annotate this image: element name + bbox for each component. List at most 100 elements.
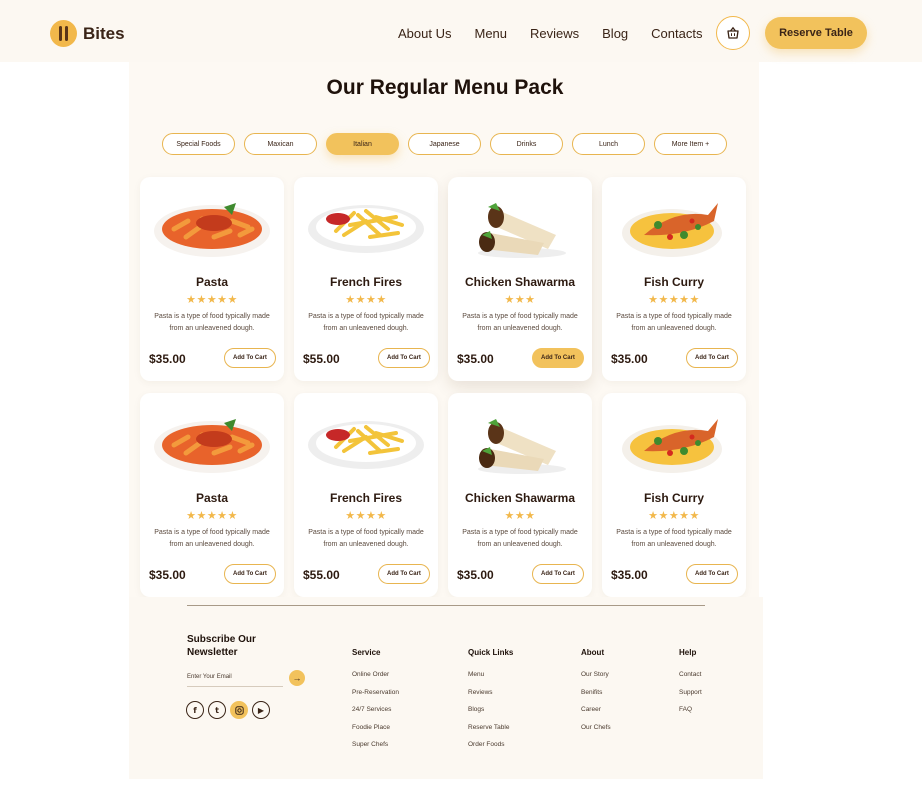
footer-link[interactable]: 24/7 Services <box>352 701 399 719</box>
menu-card[interactable]: Chicken Shawarma ★★★ Pasta is a type of … <box>448 177 592 381</box>
menu-card[interactable]: Fish Curry ★★★★★ Pasta is a type of food… <box>602 393 746 597</box>
footer-link[interactable]: Reserve Table <box>468 719 513 737</box>
add-to-cart-button[interactable]: Add To Cart <box>224 348 276 368</box>
card-title: French Fires <box>329 275 403 289</box>
footer-link[interactable]: Online Order <box>352 666 399 684</box>
tab-italian[interactable]: Italian <box>326 133 399 155</box>
twitter-icon[interactable]: t <box>208 701 226 719</box>
card-title: Pasta <box>195 491 229 505</box>
fries-image <box>306 407 426 477</box>
pasta-image <box>152 407 272 477</box>
footer-column-title: Help <box>679 648 697 657</box>
footer-column-quick-links: Quick Links Menu Reviews Blogs Reserve T… <box>468 648 513 754</box>
footer-link[interactable]: Contact <box>679 666 702 684</box>
footer-column-help: Help Contact Support FAQ <box>679 648 702 719</box>
footer-column-about: About Our Story Benifits Career Our Chef… <box>581 648 611 736</box>
newsletter-email-input[interactable]: Enter Your Email <box>187 669 283 687</box>
rating-stars: ★★★★ <box>345 510 387 522</box>
rating-stars: ★★★★★ <box>186 510 238 522</box>
tab-more-items[interactable]: More Item + <box>654 133 727 155</box>
card-description: Pasta is a type of food typically made f… <box>154 313 270 332</box>
card-description: Pasta is a type of food typically made f… <box>462 529 578 548</box>
tab-japanese[interactable]: Japanese <box>408 133 481 155</box>
card-price: $35.00 <box>149 568 186 582</box>
social-links: f t ▶ <box>186 701 270 719</box>
footer-link[interactable]: Reviews <box>468 684 513 702</box>
card-description: Pasta is a type of food typically made f… <box>154 529 270 548</box>
card-title: French Fires <box>329 491 403 505</box>
youtube-icon[interactable]: ▶ <box>252 701 270 719</box>
footer-link[interactable]: Support <box>679 684 702 702</box>
rating-stars: ★★★★★ <box>648 294 700 306</box>
nav-link-blog[interactable]: Blog <box>602 26 628 41</box>
footer-link[interactable]: Pre-Reservation <box>352 684 399 702</box>
footer-column-title: About <box>581 648 605 657</box>
menu-card[interactable]: Chicken Shawarma ★★★ Pasta is a type of … <box>448 393 592 597</box>
menu-card[interactable]: Fish Curry ★★★★★ Pasta is a type of food… <box>602 177 746 381</box>
footer-link[interactable]: Blogs <box>468 701 513 719</box>
rating-stars: ★★★★ <box>345 294 387 306</box>
card-title: Pasta <box>195 275 229 289</box>
cart-button[interactable] <box>716 16 750 50</box>
add-to-cart-button[interactable]: Add To Cart <box>686 348 738 368</box>
add-to-cart-button[interactable]: Add To Cart <box>532 564 584 584</box>
tab-lunch[interactable]: Lunch <box>572 133 645 155</box>
card-price: $35.00 <box>611 568 648 582</box>
footer-link[interactable]: Benifits <box>581 684 611 702</box>
footer-column-title: Quick Links <box>468 648 514 657</box>
add-to-cart-button[interactable]: Add To Cart <box>224 564 276 584</box>
tab-drinks[interactable]: Drinks <box>490 133 563 155</box>
card-description: Pasta is a type of food typically made f… <box>308 313 424 332</box>
nav-link-about-us[interactable]: About Us <box>398 26 451 41</box>
footer-divider <box>187 605 705 606</box>
card-title: Fish Curry <box>643 491 704 505</box>
rating-stars: ★★★ <box>504 510 536 522</box>
nav-link-menu[interactable]: Menu <box>474 26 507 41</box>
brand-name: Bites <box>83 23 125 43</box>
arrow-right-icon: → <box>292 673 302 683</box>
fish-curry-image <box>614 407 734 477</box>
menu-card[interactable]: French Fires ★★★★ Pasta is a type of foo… <box>294 393 438 597</box>
tab-maxican[interactable]: Maxican <box>244 133 317 155</box>
fork-knife-icon <box>50 20 77 47</box>
card-description: Pasta is a type of food typically made f… <box>616 313 732 332</box>
rating-stars: ★★★ <box>504 294 536 306</box>
instagram-icon[interactable] <box>230 701 248 719</box>
newsletter-submit-button[interactable]: → <box>289 670 305 686</box>
footer-link[interactable]: Our Story <box>581 666 611 684</box>
footer-link[interactable]: Our Chefs <box>581 719 611 737</box>
footer-link[interactable]: FAQ <box>679 701 702 719</box>
facebook-icon[interactable]: f <box>186 701 204 719</box>
card-title: Chicken Shawarma <box>464 491 576 505</box>
footer-link[interactable]: Order Foods <box>468 736 513 754</box>
card-price: $55.00 <box>303 352 340 366</box>
nav-link-contacts[interactable]: Contacts <box>651 26 702 41</box>
card-price: $35.00 <box>457 352 494 366</box>
card-description: Pasta is a type of food typically made f… <box>308 529 424 548</box>
newsletter-title: Subscribe Our Newsletter <box>187 634 256 658</box>
add-to-cart-button[interactable]: Add To Cart <box>532 348 584 368</box>
menu-card[interactable]: Pasta ★★★★★ Pasta is a type of food typi… <box>140 393 284 597</box>
footer-column-title: Service <box>352 648 381 657</box>
menu-card[interactable]: French Fires ★★★★ Pasta is a type of foo… <box>294 177 438 381</box>
add-to-cart-button[interactable]: Add To Cart <box>686 564 738 584</box>
main-nav: About Us Menu Reviews Blog Contacts <box>398 26 725 41</box>
footer-link[interactable]: Foodie Place <box>352 719 399 737</box>
brand-logo[interactable]: Bites <box>50 20 125 47</box>
card-title: Chicken Shawarma <box>464 275 576 289</box>
site-footer: Subscribe Our Newsletter Enter Your Emai… <box>129 597 763 779</box>
reserve-table-button[interactable]: Reserve Table <box>765 17 867 49</box>
footer-link[interactable]: Career <box>581 701 611 719</box>
basket-icon <box>727 26 739 39</box>
tab-special-foods[interactable]: Special Foods <box>162 133 235 155</box>
add-to-cart-button[interactable]: Add To Cart <box>378 348 430 368</box>
footer-link[interactable]: Menu <box>468 666 513 684</box>
card-price: $35.00 <box>149 352 186 366</box>
card-title: Fish Curry <box>643 275 704 289</box>
nav-link-reviews[interactable]: Reviews <box>530 26 579 41</box>
menu-card[interactable]: Pasta ★★★★★ Pasta is a type of food typi… <box>140 177 284 381</box>
card-description: Pasta is a type of food typically made f… <box>462 313 578 332</box>
add-to-cart-button[interactable]: Add To Cart <box>378 564 430 584</box>
card-price: $35.00 <box>457 568 494 582</box>
footer-link[interactable]: Super Chefs <box>352 736 399 754</box>
